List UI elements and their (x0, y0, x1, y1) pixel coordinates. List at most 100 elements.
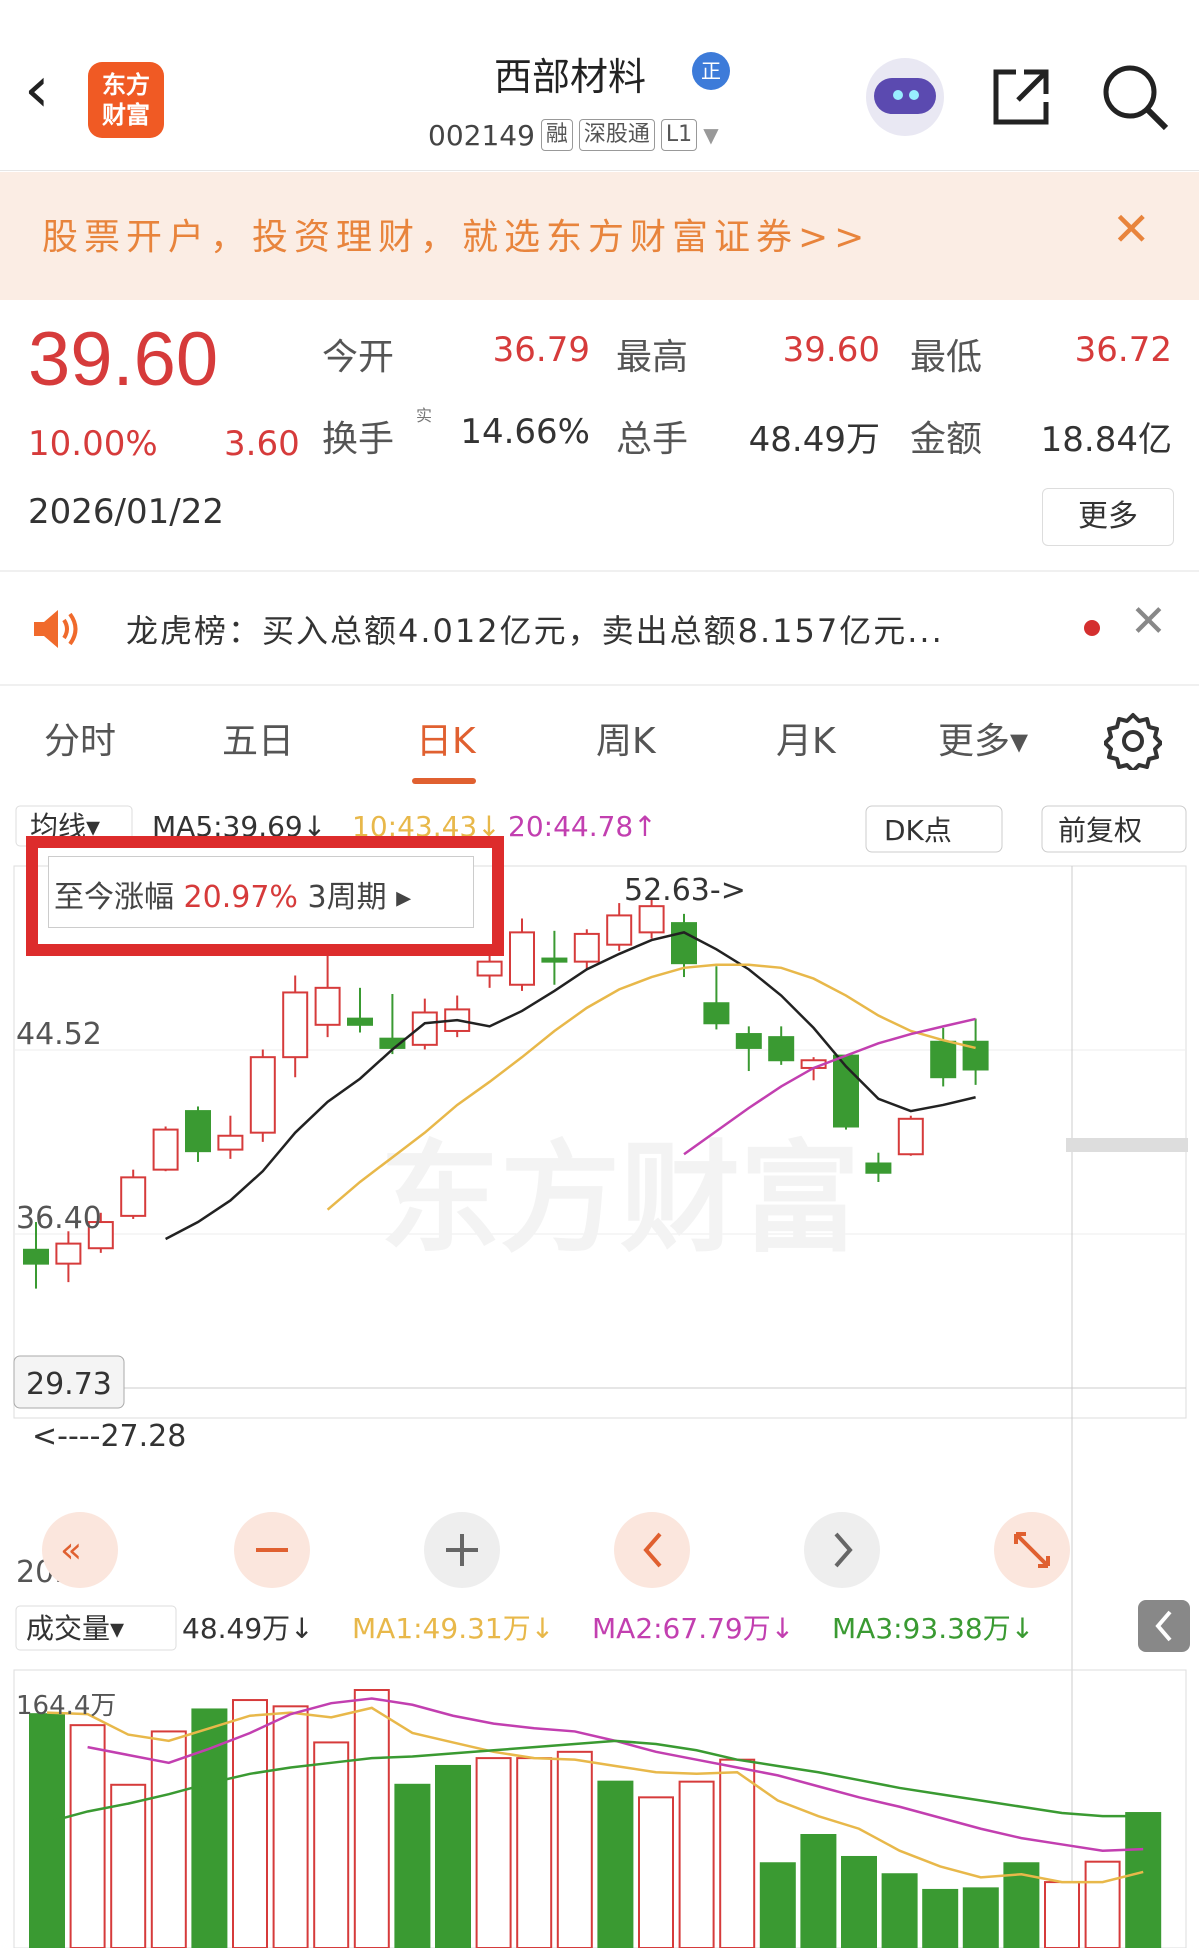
tab-daily-k[interactable]: 日K (416, 712, 476, 764)
volume-indicator-select[interactable]: 成交量▾ (26, 1612, 124, 1645)
volume-bar (353, 1689, 390, 1948)
turnover-label: 换手 (322, 419, 395, 460)
gear-icon[interactable] (1104, 712, 1162, 770)
volume-bar (69, 1724, 106, 1948)
forward-adjust-button[interactable]: 前复权 (1058, 814, 1142, 847)
period-gain-value: 20.97% (183, 880, 298, 915)
kline-chart[interactable]: 均线▾ MA5:39.69↓ 10:43.43↓ 20:44.78↑ DK点 前… (0, 800, 1199, 1948)
amount-label: 金额 (910, 419, 983, 460)
dragon-tiger-news[interactable]: 龙虎榜：买入总额4.012亿元，卖出总额8.157亿元... (126, 606, 944, 652)
more-quote-button[interactable]: 更多 (1042, 488, 1174, 546)
volume-bar (881, 1873, 918, 1948)
close-icon[interactable]: ✕ (1130, 598, 1167, 646)
high-label: 最高 (616, 337, 689, 378)
divider (0, 684, 1199, 686)
candle-body (120, 1176, 147, 1217)
candle-body (217, 1134, 244, 1151)
change-percent: 10.00% (28, 424, 158, 464)
period-gain-text[interactable]: 至今涨幅 20.97% 3周期 ▸ (54, 872, 411, 916)
volume-bar (638, 1796, 674, 1948)
chevron-down-icon[interactable]: ▼ (703, 123, 718, 147)
low-marker: <----27.28 (32, 1419, 186, 1454)
current-price: 39.60 (28, 317, 219, 402)
candle-body (282, 991, 309, 1059)
watermark: 东方财富 (380, 1130, 860, 1269)
divider (0, 570, 1199, 572)
candle-body (23, 1248, 49, 1265)
back-button[interactable]: ‹ (24, 58, 74, 126)
volume-legend: 48.49万↓ (182, 1612, 314, 1645)
candle-body (152, 1128, 179, 1171)
price-cursor-label: 29.73 (26, 1367, 112, 1402)
open-label: 今开 (322, 337, 395, 378)
stock-code-line[interactable]: 002149 融 深股通 L1 ▼ (428, 114, 719, 156)
low-value: 36.72 (1074, 330, 1172, 370)
margin-tag: 融 (540, 119, 573, 151)
volume-bar (556, 1750, 593, 1948)
chart-controls-row: « (42, 1512, 1070, 1588)
robot-icon (874, 78, 936, 114)
volume-bar (272, 1705, 309, 1948)
candle-body (509, 931, 535, 986)
volume-value: 48.49万 (748, 420, 880, 460)
pan-right-button[interactable] (804, 1512, 880, 1588)
volume-bar (516, 1757, 553, 1948)
dk-point-button[interactable]: DK点 (884, 814, 952, 847)
current-price-tag (1066, 1138, 1188, 1152)
turnover-real-mark: 实 (416, 406, 433, 425)
tab-more[interactable]: 更多▾ (938, 712, 1028, 764)
volume-bar (1125, 1812, 1162, 1948)
candle-body (638, 905, 665, 934)
unread-dot (1084, 620, 1100, 636)
open-value: 36.79 (492, 330, 590, 370)
search-icon[interactable] (1100, 62, 1170, 132)
volume-bar (110, 1783, 147, 1948)
volume-bar (313, 1741, 350, 1948)
vol-ma3-legend: MA3:93.38万↓ (832, 1612, 1034, 1645)
vol-ma2-legend: MA2:67.79万↓ (592, 1612, 794, 1645)
vol-ma1-legend: MA1:49.31万↓ (352, 1612, 554, 1645)
volume-bar (719, 1758, 756, 1948)
logo-line-2: 财富 (102, 101, 150, 129)
high-value: 39.60 (782, 330, 880, 370)
tab-weekly-k[interactable]: 周K (596, 712, 656, 764)
speaker-icon (34, 610, 78, 648)
volume-bar (962, 1887, 999, 1948)
candle-body (865, 1162, 892, 1174)
candle-body (347, 1017, 373, 1026)
candle-body (55, 1242, 82, 1265)
regular-badge: 正 (692, 52, 730, 90)
collapse-panel-button[interactable] (1138, 1600, 1190, 1652)
candle-body (541, 957, 568, 963)
tab-monthly-k[interactable]: 月K (776, 712, 836, 764)
volume-bars (29, 1689, 1162, 1948)
pan-left-button[interactable] (614, 1512, 690, 1588)
share-icon[interactable] (990, 66, 1052, 128)
volume-bar (759, 1862, 796, 1948)
candle-body (930, 1040, 957, 1079)
volume-bar (1044, 1881, 1080, 1948)
robot-eye (893, 90, 903, 100)
candle-body (671, 922, 697, 965)
stock-name[interactable]: 西部材料 (440, 46, 700, 101)
close-icon[interactable]: ✕ (1112, 206, 1151, 252)
candle-body (573, 932, 600, 963)
volume-bar (1084, 1860, 1121, 1948)
low-label: 最低 (910, 337, 983, 378)
tab-five-day[interactable]: 五日 (222, 712, 294, 764)
connect-tag: 深股通 (578, 119, 655, 151)
high-marker: 52.63-> (624, 873, 746, 908)
tab-intraday[interactable]: 分时 (44, 712, 116, 764)
volume-axis-top: 164.4万 (16, 1691, 116, 1721)
volume-bar (475, 1757, 512, 1948)
candle-body (249, 1056, 276, 1134)
candle-body (185, 1110, 211, 1153)
eastmoney-logo[interactable]: 东方 财富 (88, 62, 164, 138)
volume-bar (678, 1780, 715, 1948)
volume-bar (922, 1888, 959, 1948)
double-chevron-left-icon: « (60, 1530, 82, 1571)
level-tag: L1 (660, 119, 698, 151)
ma20-legend: 20:44.78↑ (508, 810, 657, 843)
promo-banner-text[interactable]: 股票开户，投资理财，就选东方财富证券>> (42, 208, 870, 260)
amount-value: 18.84亿 (1040, 420, 1172, 460)
